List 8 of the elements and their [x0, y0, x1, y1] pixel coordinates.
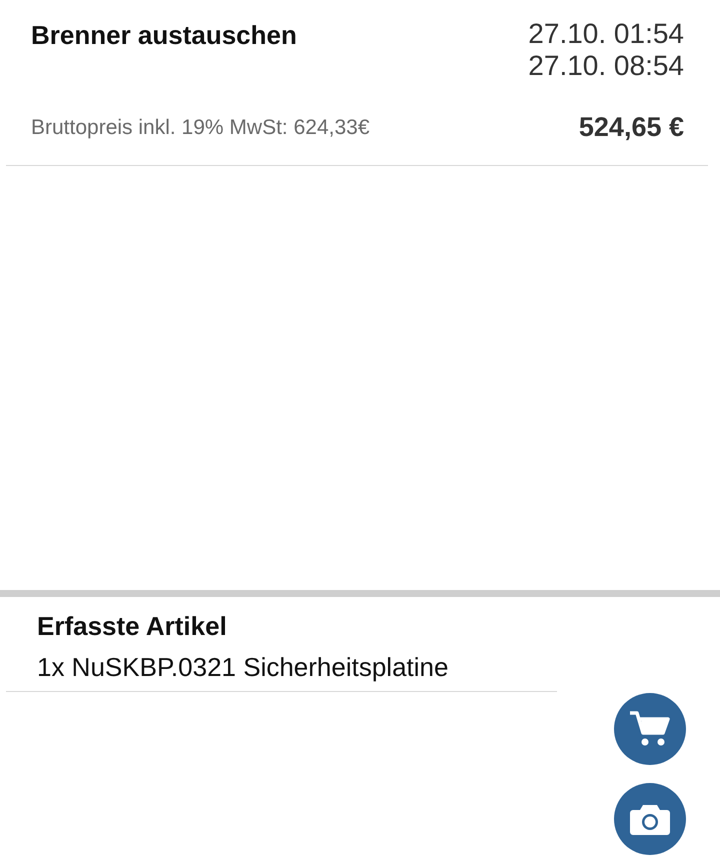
gross-price: Bruttopreis inkl. 19% MwSt: 624,33€: [31, 116, 370, 140]
camera-icon: [630, 803, 670, 835]
order-title: Brenner austauschen: [31, 20, 297, 51]
end-time: 27.10. 08:54: [528, 50, 684, 82]
net-price: 524,65 €: [578, 112, 684, 143]
section-heading: Erfasste Artikel: [36, 611, 228, 642]
start-time: 27.10. 01:54: [528, 18, 684, 50]
article-item: 1x NuSKBP.0321 Sicherheitsplatine: [36, 652, 450, 683]
